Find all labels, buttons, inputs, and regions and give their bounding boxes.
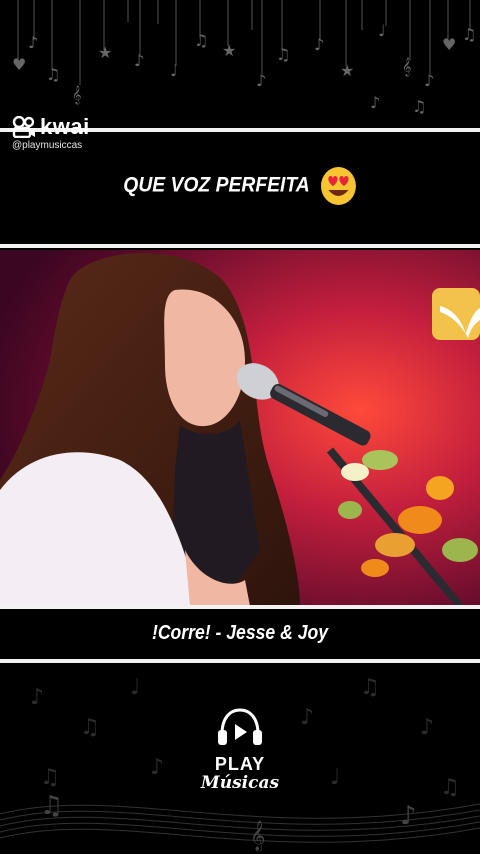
svg-text:♪: ♪: [28, 33, 38, 52]
account-handle: @playmusiccas: [12, 140, 83, 151]
svg-text:♪: ♪: [400, 801, 417, 831]
song-title: !Corre! - Jesse & Joy: [151, 622, 329, 644]
video-frame[interactable]: [0, 250, 480, 606]
headphones-play-icon: [218, 708, 262, 745]
heart-eyes-emoji-icon: [320, 167, 356, 205]
singer-with-microphone-image: [0, 250, 480, 606]
svg-text:♪: ♪: [150, 755, 164, 780]
svg-text:★: ★: [98, 43, 112, 62]
kwai-watermark: kwai @playmusiccas: [12, 114, 90, 152]
middle-divider-line: [0, 244, 480, 248]
lower-divider-line-1: [0, 605, 480, 609]
svg-text:𝄞: 𝄞: [402, 57, 411, 77]
svg-text:𝄞: 𝄞: [72, 85, 81, 105]
svg-text:♫: ♫: [440, 775, 460, 800]
svg-text:♪: ♪: [420, 715, 434, 740]
play-musicas-logo: PLAY Músicas: [190, 706, 290, 793]
svg-text:♪: ♪: [370, 93, 380, 112]
svg-text:♫: ♫: [412, 97, 426, 116]
svg-text:♪: ♪: [300, 705, 314, 730]
svg-text:★: ★: [340, 61, 354, 80]
kwai-camera-icon: [12, 116, 35, 138]
svg-text:♫: ♫: [40, 765, 60, 790]
svg-text:♫: ♫: [194, 31, 208, 50]
brand-musicas-text: Músicas: [200, 773, 280, 793]
kwai-wordmark: kwai: [40, 114, 90, 139]
svg-text:♩: ♩: [378, 21, 386, 40]
svg-text:♪: ♪: [30, 685, 44, 710]
lower-divider-line-2: [0, 659, 480, 663]
svg-text:♥: ♥: [12, 55, 26, 74]
svg-text:♫: ♫: [462, 25, 476, 44]
svg-text:★: ★: [222, 41, 236, 60]
brand-play-text: PLAY: [214, 754, 266, 774]
svg-text:♥: ♥: [442, 35, 456, 54]
svg-text:♪: ♪: [256, 71, 266, 90]
svg-text:♪: ♪: [424, 71, 434, 90]
svg-text:♫: ♫: [46, 65, 60, 84]
svg-text:♫: ♫: [360, 675, 380, 700]
video-caption: QUE VOZ PERFEITA: [19, 166, 461, 206]
svg-text:♫: ♫: [80, 715, 100, 740]
hanging-music-notes-decoration: ♥♪♫ 𝄞★ ♪ ♩♫★ ♪♫♪ ★♩𝄞 ♪♥♫ ♪ ♫: [12, 0, 476, 116]
caption-text: QUE VOZ PERFEITA: [123, 173, 310, 197]
svg-text:♫: ♫: [40, 791, 63, 821]
svg-text:♫: ♫: [276, 45, 290, 64]
svg-text:♩: ♩: [130, 675, 140, 700]
svg-text:𝄞: 𝄞: [250, 820, 265, 852]
svg-text:♪: ♪: [134, 51, 144, 70]
svg-text:♩: ♩: [330, 765, 340, 790]
svg-text:♩: ♩: [170, 61, 178, 80]
svg-text:♪: ♪: [314, 35, 324, 54]
